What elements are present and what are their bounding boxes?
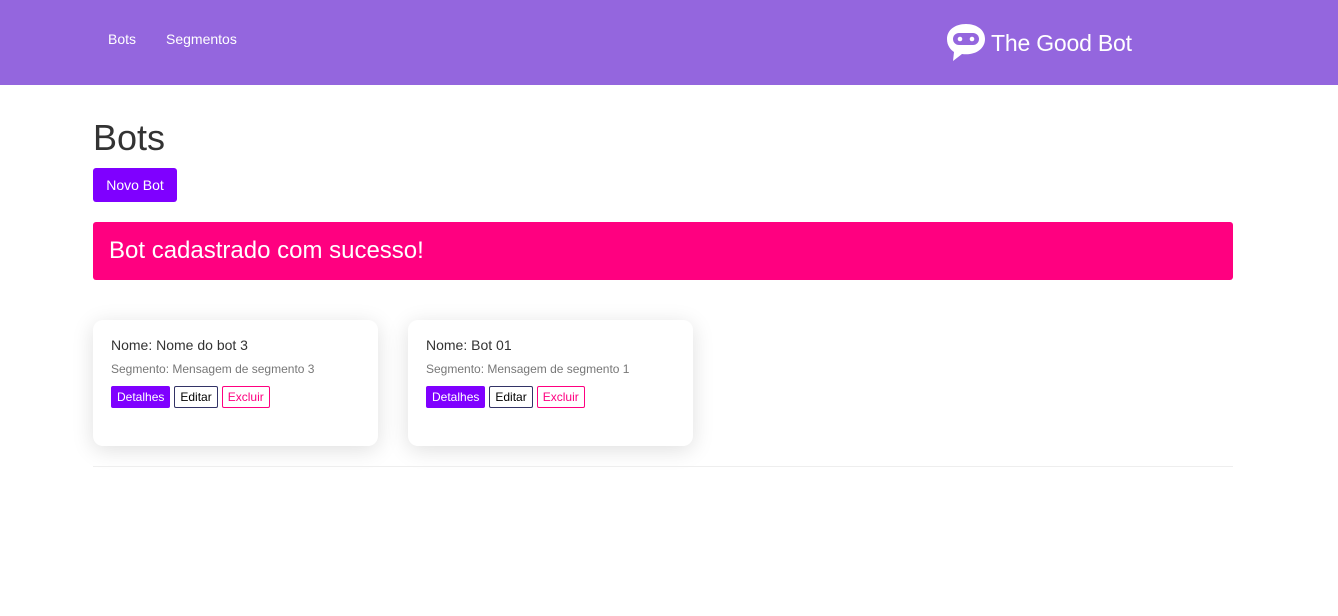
bot-card: Nome: Nome do bot 3 Segmento: Mensagem d…: [93, 320, 378, 446]
details-button[interactable]: Detalhes: [111, 386, 171, 408]
bot-card-actions: Detalhes Editar Excluir: [111, 386, 270, 408]
top-navbar: Bots Segmentos The Good Bot: [0, 0, 1338, 85]
bot-segment: Segmento: Mensagem de segmento 1: [426, 362, 630, 376]
nav-link-segmentos[interactable]: Segmentos: [166, 31, 237, 47]
alert-message: Bot cadastrado com sucesso!: [109, 237, 424, 264]
delete-button[interactable]: Excluir: [221, 386, 270, 408]
bot-segment: Segmento: Mensagem de segmento 3: [111, 362, 315, 376]
edit-button[interactable]: Editar: [489, 386, 533, 408]
bot-card: Nome: Bot 01 Segmento: Mensagem de segme…: [408, 320, 693, 446]
edit-button[interactable]: Editar: [174, 386, 218, 408]
details-button[interactable]: Detalhes: [426, 386, 486, 408]
chat-bot-icon: [947, 24, 985, 61]
nav-link-bots[interactable]: Bots: [108, 31, 136, 47]
bot-card-actions: Detalhes Editar Excluir: [426, 386, 585, 408]
success-alert: Bot cadastrado com sucesso!: [93, 222, 1233, 280]
divider: [93, 466, 1233, 467]
delete-button[interactable]: Excluir: [536, 386, 585, 408]
bot-name: Nome: Nome do bot 3: [111, 337, 248, 353]
brand-name: The Good Bot: [991, 30, 1132, 56]
page-title: Bots: [93, 117, 166, 158]
bot-name: Nome: Bot 01: [426, 337, 512, 353]
new-bot-button[interactable]: Novo Bot: [93, 168, 177, 202]
brand[interactable]: The Good Bot: [945, 22, 1132, 64]
